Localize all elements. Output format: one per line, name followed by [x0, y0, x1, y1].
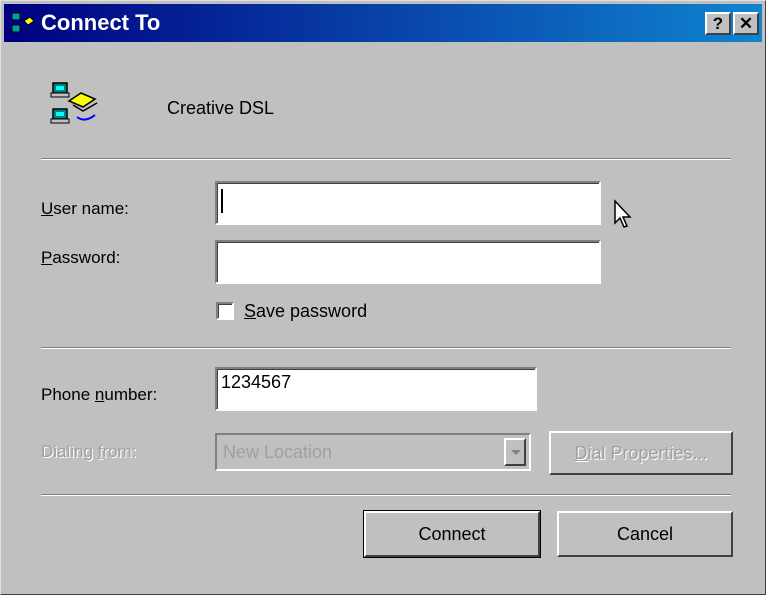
title-bar[interactable]: Connect To ? ✕ — [4, 4, 762, 42]
window-title: Connect To — [41, 10, 161, 35]
separator-middle — [41, 347, 731, 349]
chevron-down-icon[interactable] — [504, 438, 526, 466]
connect-to-dialog: Connect To ? ✕ Creative DSL User name: P… — [0, 0, 766, 595]
help-button[interactable]: ? — [705, 12, 731, 35]
phone-number-label: Phone number: — [41, 385, 158, 404]
separator-bottom — [41, 494, 731, 496]
connect-button[interactable]: Connect — [363, 510, 541, 558]
dial-properties-button[interactable]: Dial Properties... — [549, 431, 733, 475]
save-password-label[interactable]: Save password — [244, 301, 367, 322]
mouse-pointer-icon — [614, 199, 632, 228]
user-name-input[interactable] — [215, 181, 601, 225]
close-button[interactable]: ✕ — [733, 12, 759, 35]
dialing-from-select[interactable]: New Location — [215, 433, 531, 471]
connection-name: Creative DSL — [167, 98, 275, 118]
separator-top — [41, 158, 731, 160]
save-password-checkbox[interactable] — [216, 302, 234, 320]
text-caret — [221, 189, 223, 213]
user-name-label: User name: — [41, 199, 129, 218]
dialing-from-value: New Location — [223, 442, 333, 462]
password-input[interactable] — [215, 240, 601, 284]
connection-icon — [50, 82, 98, 124]
phone-number-input[interactable]: 1234567 — [215, 367, 537, 411]
password-label: Password: — [41, 248, 121, 267]
dialing-from-label: Dialing from: — [41, 442, 137, 461]
cancel-button[interactable]: Cancel — [557, 511, 733, 557]
dial-up-networking-icon — [11, 12, 35, 33]
